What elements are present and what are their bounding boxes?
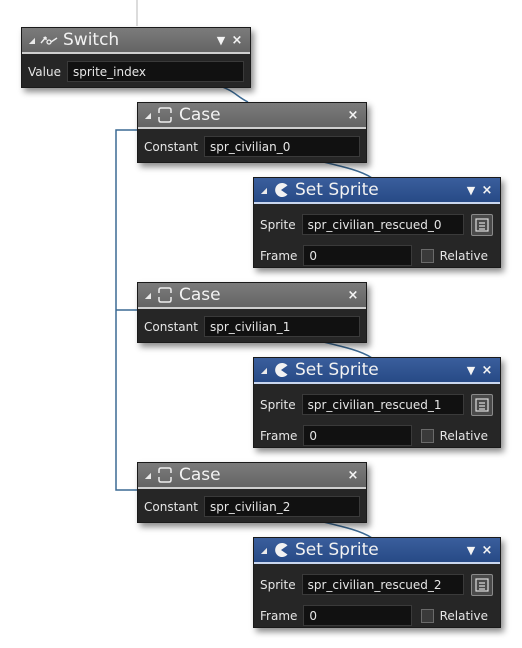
asset-picker-button[interactable] — [470, 213, 493, 236]
relative-checkbox[interactable] — [420, 608, 434, 623]
relative-checkbox[interactable] — [420, 428, 434, 443]
collapse-triangle-icon[interactable]: ◢ — [257, 366, 271, 375]
case-header[interactable]: ◢ Case × — [138, 283, 366, 309]
frame-field[interactable]: 0 — [303, 425, 412, 446]
dropdown-arrow-icon[interactable]: ▼ — [464, 184, 478, 197]
constant-field[interactable]: spr_civilian_1 — [203, 316, 360, 337]
sprite-label: Sprite — [260, 397, 296, 412]
pacman-sprite-icon — [271, 541, 291, 559]
sprite-field[interactable]: spr_civilian_rescued_1 — [301, 394, 464, 415]
set-sprite-title: Set Sprite — [295, 360, 379, 380]
close-icon[interactable]: × — [480, 543, 494, 558]
asset-picker-icon — [474, 397, 489, 412]
frame-label: Frame — [260, 608, 298, 623]
case-block[interactable]: ◢ Case × Constant spr_civilian_0 — [137, 102, 367, 163]
close-icon[interactable]: × — [230, 33, 244, 48]
set-sprite-block[interactable]: ◢ Set Sprite ▼ × Sprite spr_civilian_res… — [253, 357, 501, 448]
close-icon[interactable]: × — [480, 363, 494, 378]
close-icon[interactable]: × — [346, 468, 360, 483]
frame-field[interactable]: 0 — [303, 605, 412, 626]
pacman-sprite-icon — [271, 181, 291, 199]
frame-label: Frame — [260, 248, 298, 263]
collapse-triangle-icon[interactable]: ◢ — [257, 186, 271, 195]
pacman-sprite-icon — [271, 361, 291, 379]
set-sprite-title: Set Sprite — [295, 540, 379, 560]
value-label: Value — [28, 64, 61, 79]
case-icon — [155, 466, 175, 484]
close-icon[interactable]: × — [346, 108, 360, 123]
set-sprite-title: Set Sprite — [295, 180, 379, 200]
frame-label: Frame — [260, 428, 298, 443]
case-title: Case — [179, 105, 221, 125]
case-block[interactable]: ◢ Case × Constant spr_civilian_2 — [137, 462, 367, 523]
collapse-triangle-icon[interactable]: ◢ — [141, 471, 155, 480]
constant-label: Constant — [144, 499, 198, 514]
action-editor-canvas: ◢ Switch ▼ × Value sprite_index ◢ Case × — [0, 0, 522, 648]
sprite-label: Sprite — [260, 577, 296, 592]
dropdown-arrow-icon[interactable]: ▼ — [464, 544, 478, 557]
asset-picker-button[interactable] — [470, 573, 493, 596]
collapse-triangle-icon[interactable]: ◢ — [25, 36, 39, 45]
case-title: Case — [179, 285, 221, 305]
dropdown-arrow-icon[interactable]: ▼ — [214, 34, 228, 47]
sprite-field[interactable]: spr_civilian_rescued_0 — [301, 214, 464, 235]
set-sprite-block[interactable]: ◢ Set Sprite ▼ × Sprite spr_civilian_res… — [253, 537, 501, 628]
value-field[interactable]: sprite_index — [66, 61, 244, 82]
relative-label: Relative — [439, 248, 488, 263]
sprite-field[interactable]: spr_civilian_rescued_2 — [301, 574, 464, 595]
collapse-triangle-icon[interactable]: ◢ — [141, 291, 155, 300]
case-icon — [155, 106, 175, 124]
case-icon — [155, 286, 175, 304]
close-icon[interactable]: × — [346, 288, 360, 303]
switch-block[interactable]: ◢ Switch ▼ × Value sprite_index — [21, 27, 251, 88]
set-sprite-header[interactable]: ◢ Set Sprite ▼ × — [254, 538, 500, 564]
set-sprite-header[interactable]: ◢ Set Sprite ▼ × — [254, 178, 500, 204]
collapse-triangle-icon[interactable]: ◢ — [257, 546, 271, 555]
switch-title: Switch — [63, 30, 120, 50]
case-header[interactable]: ◢ Case × — [138, 463, 366, 489]
case-title: Case — [179, 465, 221, 485]
relative-label: Relative — [439, 428, 488, 443]
frame-field[interactable]: 0 — [303, 245, 412, 266]
case-block[interactable]: ◢ Case × Constant spr_civilian_1 — [137, 282, 367, 343]
set-sprite-block[interactable]: ◢ Set Sprite ▼ × Sprite spr_civilian_res… — [253, 177, 501, 268]
asset-picker-icon — [474, 577, 489, 592]
relative-label: Relative — [439, 608, 488, 623]
collapse-triangle-icon[interactable]: ◢ — [141, 111, 155, 120]
set-sprite-header[interactable]: ◢ Set Sprite ▼ × — [254, 358, 500, 384]
switch-icon — [39, 31, 59, 49]
dropdown-arrow-icon[interactable]: ▼ — [464, 364, 478, 377]
sprite-label: Sprite — [260, 217, 296, 232]
asset-picker-icon — [474, 217, 489, 232]
switch-header[interactable]: ◢ Switch ▼ × — [22, 28, 250, 54]
constant-field[interactable]: spr_civilian_2 — [203, 496, 360, 517]
relative-checkbox[interactable] — [420, 248, 434, 263]
constant-field[interactable]: spr_civilian_0 — [203, 136, 360, 157]
asset-picker-button[interactable] — [470, 393, 493, 416]
constant-label: Constant — [144, 139, 198, 154]
case-header[interactable]: ◢ Case × — [138, 103, 366, 129]
close-icon[interactable]: × — [480, 183, 494, 198]
constant-label: Constant — [144, 319, 198, 334]
